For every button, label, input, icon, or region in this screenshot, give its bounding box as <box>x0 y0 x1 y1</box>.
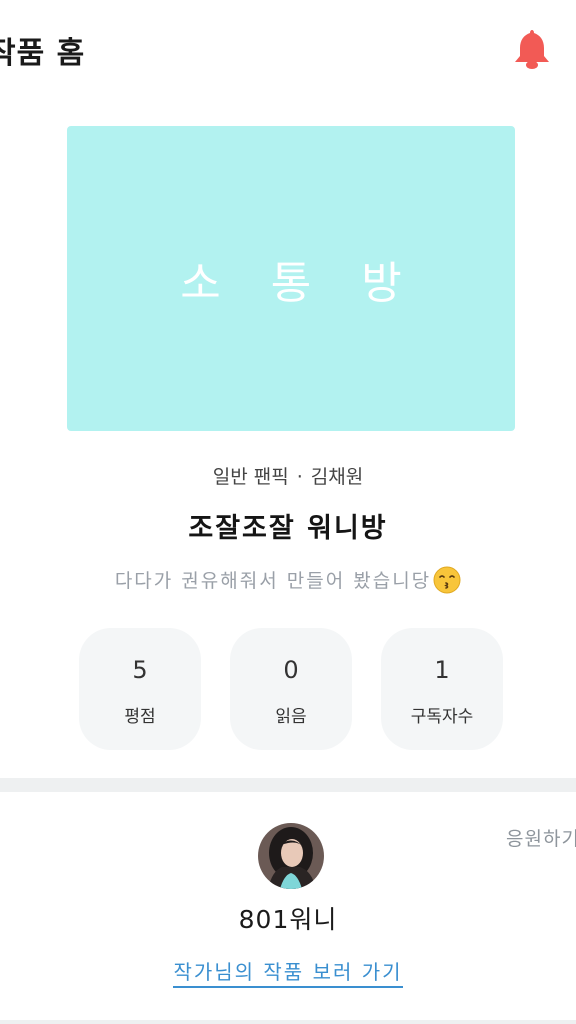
cover-text: 소 통 방 <box>180 257 420 309</box>
bottom-divider <box>0 1020 576 1024</box>
stat-value: 0 <box>283 656 299 684</box>
stat-label: 구독자수 <box>410 707 474 727</box>
stat-value: 5 <box>132 656 148 684</box>
category-label: 일반 팬픽 <box>212 466 289 488</box>
header: 작품 홈 <box>0 0 576 96</box>
page-title: 작품 홈 <box>0 36 86 71</box>
stat-label: 읽음 <box>275 707 307 727</box>
stat-subscribers: 1 구독자수 <box>381 628 503 750</box>
stat-label: 평점 <box>124 707 156 727</box>
section-divider <box>0 778 576 792</box>
bell-icon[interactable] <box>512 28 552 70</box>
description-text: 다다가 권유해줘서 만들어 봤습니당 <box>114 570 432 592</box>
stat-reads: 0 읽음 <box>230 628 352 750</box>
author-name: 801워니 <box>238 905 338 934</box>
work-description: 다다가 권유해줘서 만들어 봤습니당 <box>0 566 576 594</box>
author-works-link-row: 작가님의 작품 보러 가기 <box>0 956 576 988</box>
meta-separator: · <box>296 466 303 488</box>
stat-value: 1 <box>434 656 450 684</box>
author-label: 김채원 <box>310 466 364 488</box>
work-title: 조잘조잘 워니방 <box>188 513 388 544</box>
cheer-button[interactable]: 응원하기 <box>506 824 576 851</box>
author-works-link[interactable]: 작가님의 작품 보러 가기 <box>173 960 403 988</box>
work-meta: 일반 팬픽 · 김채원 <box>0 462 576 489</box>
author-avatar[interactable] <box>258 823 324 889</box>
work-home-page: 작품 홈 소 통 방 일반 팬픽 · 김채원 조잘조잘 워니방 다다가 권유해줘서 … <box>0 0 576 1024</box>
cover-image: 소 통 방 <box>67 126 515 431</box>
stat-rating: 5 평점 <box>79 628 201 750</box>
kissing-face-icon <box>433 566 461 594</box>
